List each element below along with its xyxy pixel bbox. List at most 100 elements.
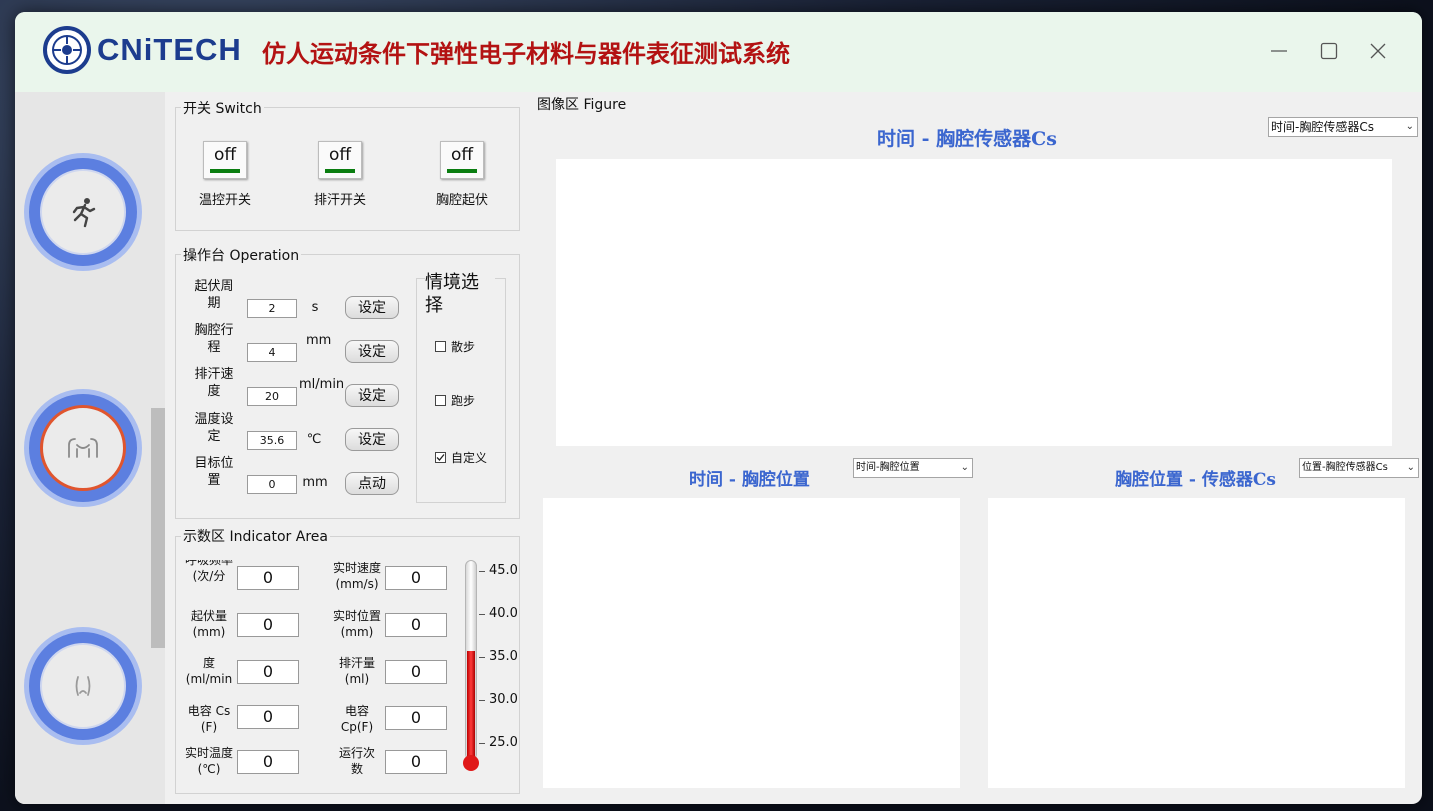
stroke-input[interactable]: 4 [247, 343, 297, 362]
checkbox-checked-icon [435, 452, 446, 463]
target-position-unit: mm [302, 475, 328, 490]
operation-group-label: 操作台 Operation [181, 245, 302, 265]
temp-set-button[interactable]: 设定 [345, 428, 399, 451]
sweat-volume-label: 排汗量 (ml) [338, 656, 375, 686]
breath-rate-label: 呼吸频率 (次/分 [184, 560, 233, 583]
app-title: 仿人运动条件下弹性电子材料与器件表征测试系统 [262, 41, 790, 68]
capacitance-cp-value: 0 [385, 706, 447, 730]
scenario-custom-checkbox[interactable]: 自定义 [435, 449, 487, 466]
nav-sidebar [15, 92, 165, 804]
temp-setting-input[interactable]: 35.6 [247, 431, 297, 450]
nav-scrollbar[interactable] [151, 408, 165, 648]
capacitance-cs-label: 电容 Cs (F) [187, 704, 231, 734]
realtime-position-label: 实时位置 (mm) [332, 609, 381, 639]
chest-torso-icon [68, 438, 98, 458]
scenario-title: 情境选择 [425, 271, 495, 317]
period-unit: s [311, 300, 319, 315]
temp-setting-label: 温度设定 [194, 412, 234, 444]
thermometer-bulb [463, 755, 479, 771]
thermometer-tick-label: 45.0 [489, 563, 518, 578]
checkbox-empty-icon [435, 341, 446, 352]
undulation-value: 0 [237, 613, 299, 637]
minimize-icon [1271, 50, 1287, 52]
scenario-run-checkbox[interactable]: 跑步 [435, 392, 475, 409]
main-plot-title: 时间 - 胸腔传感器Cs [877, 128, 1057, 150]
right-plot-canvas [988, 498, 1405, 788]
realtime-speed-value: 0 [385, 566, 447, 590]
right-plot-selector[interactable]: 位置-胸腔传感器Cs ⌄ [1299, 458, 1419, 478]
right-plot-title: 胸腔位置 - 传感器Cs [1115, 470, 1276, 490]
capacitance-cp-label: 电容 Cp(F) [340, 704, 374, 734]
realtime-position-value: 0 [385, 613, 447, 637]
figure-area: 图像区 Figure 时间 - 胸腔传感器Cs 时间-胸腔传感器Cs ⌄ 时间 … [527, 92, 1422, 804]
period-set-button[interactable]: 设定 [345, 296, 399, 319]
nav-running-button[interactable] [29, 158, 137, 266]
thermometer-tick [479, 657, 485, 658]
temp-control-switch-label: 温控开关 [198, 193, 251, 208]
sweat-volume-value: 0 [385, 660, 447, 684]
close-icon [1370, 43, 1386, 59]
stroke-set-button[interactable]: 设定 [345, 340, 399, 363]
indicator-group-label: 示数区 Indicator Area [181, 526, 330, 546]
period-label: 起伏周期 [194, 279, 234, 311]
chest-motion-switch[interactable]: off [440, 141, 484, 179]
chevron-down-icon: ⌄ [1405, 121, 1414, 132]
thermometer-tick-label: 30.0 [489, 692, 518, 707]
sweat-switch-label: 排汗开关 [313, 193, 366, 208]
maximize-button[interactable] [1316, 38, 1342, 64]
thermometer-tick-label: 25.0 [489, 735, 518, 750]
thermometer-tick-label: 35.0 [489, 649, 518, 664]
realtime-temp-label: 实时温度 (℃) [184, 746, 233, 776]
sweat-rate-set-button[interactable]: 设定 [345, 384, 399, 407]
logo-text: CNiTECH [97, 32, 242, 67]
sweat-rate-label: 排汗速度 [194, 367, 234, 399]
thermometer-tick-label: 40.0 [489, 606, 518, 621]
chevron-down-icon: ⌄ [960, 462, 969, 473]
jog-button[interactable]: 点动 [345, 472, 399, 495]
switch-group-label: 开关 Switch [181, 98, 264, 118]
minimize-button[interactable] [1266, 38, 1292, 64]
thermometer-tick [479, 743, 485, 744]
run-count-label: 运行次数 [338, 746, 375, 776]
thermometer-tick [479, 700, 485, 701]
sweat-speed-value: 0 [237, 660, 299, 684]
waist-icon [75, 676, 91, 696]
running-person-icon [72, 198, 96, 228]
period-input[interactable]: 2 [247, 299, 297, 318]
target-position-label: 目标位置 [194, 456, 234, 488]
checkbox-empty-icon [435, 395, 446, 406]
main-plot-canvas [556, 159, 1392, 446]
thermometer-level [467, 651, 475, 760]
close-button[interactable] [1365, 38, 1391, 64]
run-count-value: 0 [385, 750, 447, 774]
sweat-rate-unit: ml/min [299, 377, 345, 392]
thermometer-tick [479, 571, 485, 572]
sweat-rate-input[interactable]: 20 [247, 387, 297, 406]
nav-chest-button[interactable] [29, 394, 137, 502]
maximize-icon [1320, 42, 1338, 60]
target-position-input[interactable]: 0 [247, 475, 297, 494]
stroke-unit: mm [306, 333, 332, 348]
temp-setting-unit: ℃ [306, 432, 322, 447]
cnitech-logo-icon [43, 26, 91, 74]
scenario-walk-checkbox[interactable]: 散步 [435, 338, 475, 355]
breath-rate-value: 0 [237, 566, 299, 590]
realtime-speed-label: 实时速度 (mm/s) [332, 561, 381, 591]
chest-motion-switch-label: 胸腔起伏 [435, 193, 488, 208]
title-bar: CNiTECH 仿人运动条件下弹性电子材料与器件表征测试系统 [15, 12, 1422, 92]
figure-group-label: 图像区 Figure [535, 94, 629, 114]
sweat-speed-label: 度 (ml/min [185, 656, 233, 686]
capacitance-cs-value: 0 [237, 705, 299, 729]
sweat-switch[interactable]: off [318, 141, 362, 179]
thermometer-tick [479, 614, 485, 615]
main-plot-selector[interactable]: 时间-胸腔传感器Cs ⌄ [1268, 117, 1418, 137]
chevron-down-icon: ⌄ [1406, 462, 1415, 473]
app-window: CNiTECH 仿人运动条件下弹性电子材料与器件表征测试系统 开关 Switch… [15, 12, 1422, 804]
left-plot-canvas [543, 498, 960, 788]
left-plot-selector[interactable]: 时间-胸腔位置 ⌄ [853, 458, 973, 478]
left-plot-title: 时间 - 胸腔位置 [689, 470, 810, 490]
realtime-temp-value: 0 [237, 750, 299, 774]
temp-control-switch[interactable]: off [203, 141, 247, 179]
nav-waist-button[interactable] [29, 632, 137, 740]
undulation-label: 起伏量 (mm) [190, 609, 227, 639]
